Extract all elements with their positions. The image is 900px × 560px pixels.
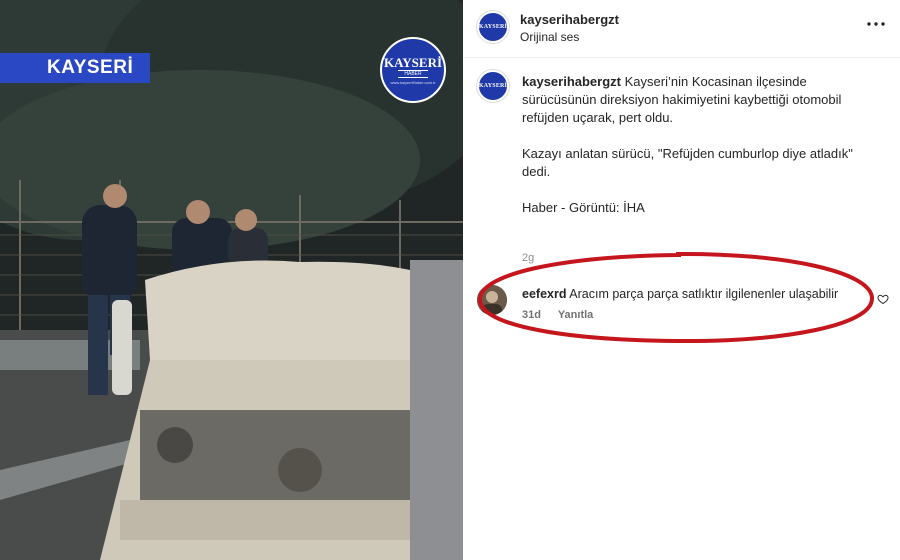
logo-line-2: HABER xyxy=(398,69,428,78)
heart-outline-icon[interactable] xyxy=(877,292,889,305)
caption-avatar[interactable]: KAYSERİ xyxy=(477,70,509,102)
logo-line-3: www.kayseriHaber.com.tr xyxy=(390,79,436,85)
comment-item: eefexrd Aracım parça parça satlıktır ilg… xyxy=(477,285,887,325)
audio-label[interactable]: Orijinal ses xyxy=(520,30,579,44)
comment-meta: 31d Yanıtla xyxy=(522,309,607,321)
commenter-username[interactable]: eefexrd xyxy=(522,287,566,301)
caption-avatar-text: KAYSERİ xyxy=(478,83,508,89)
account-avatar[interactable]: KAYSERİ xyxy=(477,11,509,43)
account-username[interactable]: kayserihabergzt xyxy=(520,12,619,27)
more-horizontal-icon[interactable] xyxy=(866,14,886,34)
caption-username[interactable]: kayserihabergzt xyxy=(522,74,621,89)
logo-line-1: KAYSERİ xyxy=(383,54,443,70)
comment-time[interactable]: 31d xyxy=(522,309,541,321)
post-media[interactable]: KAYSERİ KAYSERİ HABER www.kayseriHaber.c… xyxy=(0,0,463,560)
post-time-ago[interactable]: 2g xyxy=(522,252,534,264)
region-label: KAYSERİ xyxy=(47,57,134,78)
commenter-avatar[interactable] xyxy=(477,285,507,315)
comment-text-line: eefexrd Aracım parça parça satlıktır ilg… xyxy=(522,287,838,301)
caption-paragraph-3: Haber - Görüntü: İHA xyxy=(522,200,645,215)
reply-button[interactable]: Yanıtla xyxy=(558,309,593,321)
comment-text: Aracım parça parça satlıktır ilgilenenle… xyxy=(569,287,839,301)
post-details-panel: KAYSERİ kayserihabergzt Orijinal ses KAY… xyxy=(463,0,900,560)
caption-paragraph-2: Kazayı anlatan sürücü, "Refüjden cumburl… xyxy=(522,146,853,179)
kayseri-haber-logo: KAYSERİ HABER www.kayseriHaber.com.tr xyxy=(380,37,446,103)
post-caption: kayserihabergzt Kayseri’nin Kocasinan il… xyxy=(522,73,872,235)
post-header: KAYSERİ kayserihabergzt Orijinal ses xyxy=(463,0,900,58)
avatar-text: KAYSERİ xyxy=(478,24,508,30)
region-banner: KAYSERİ xyxy=(0,53,150,83)
